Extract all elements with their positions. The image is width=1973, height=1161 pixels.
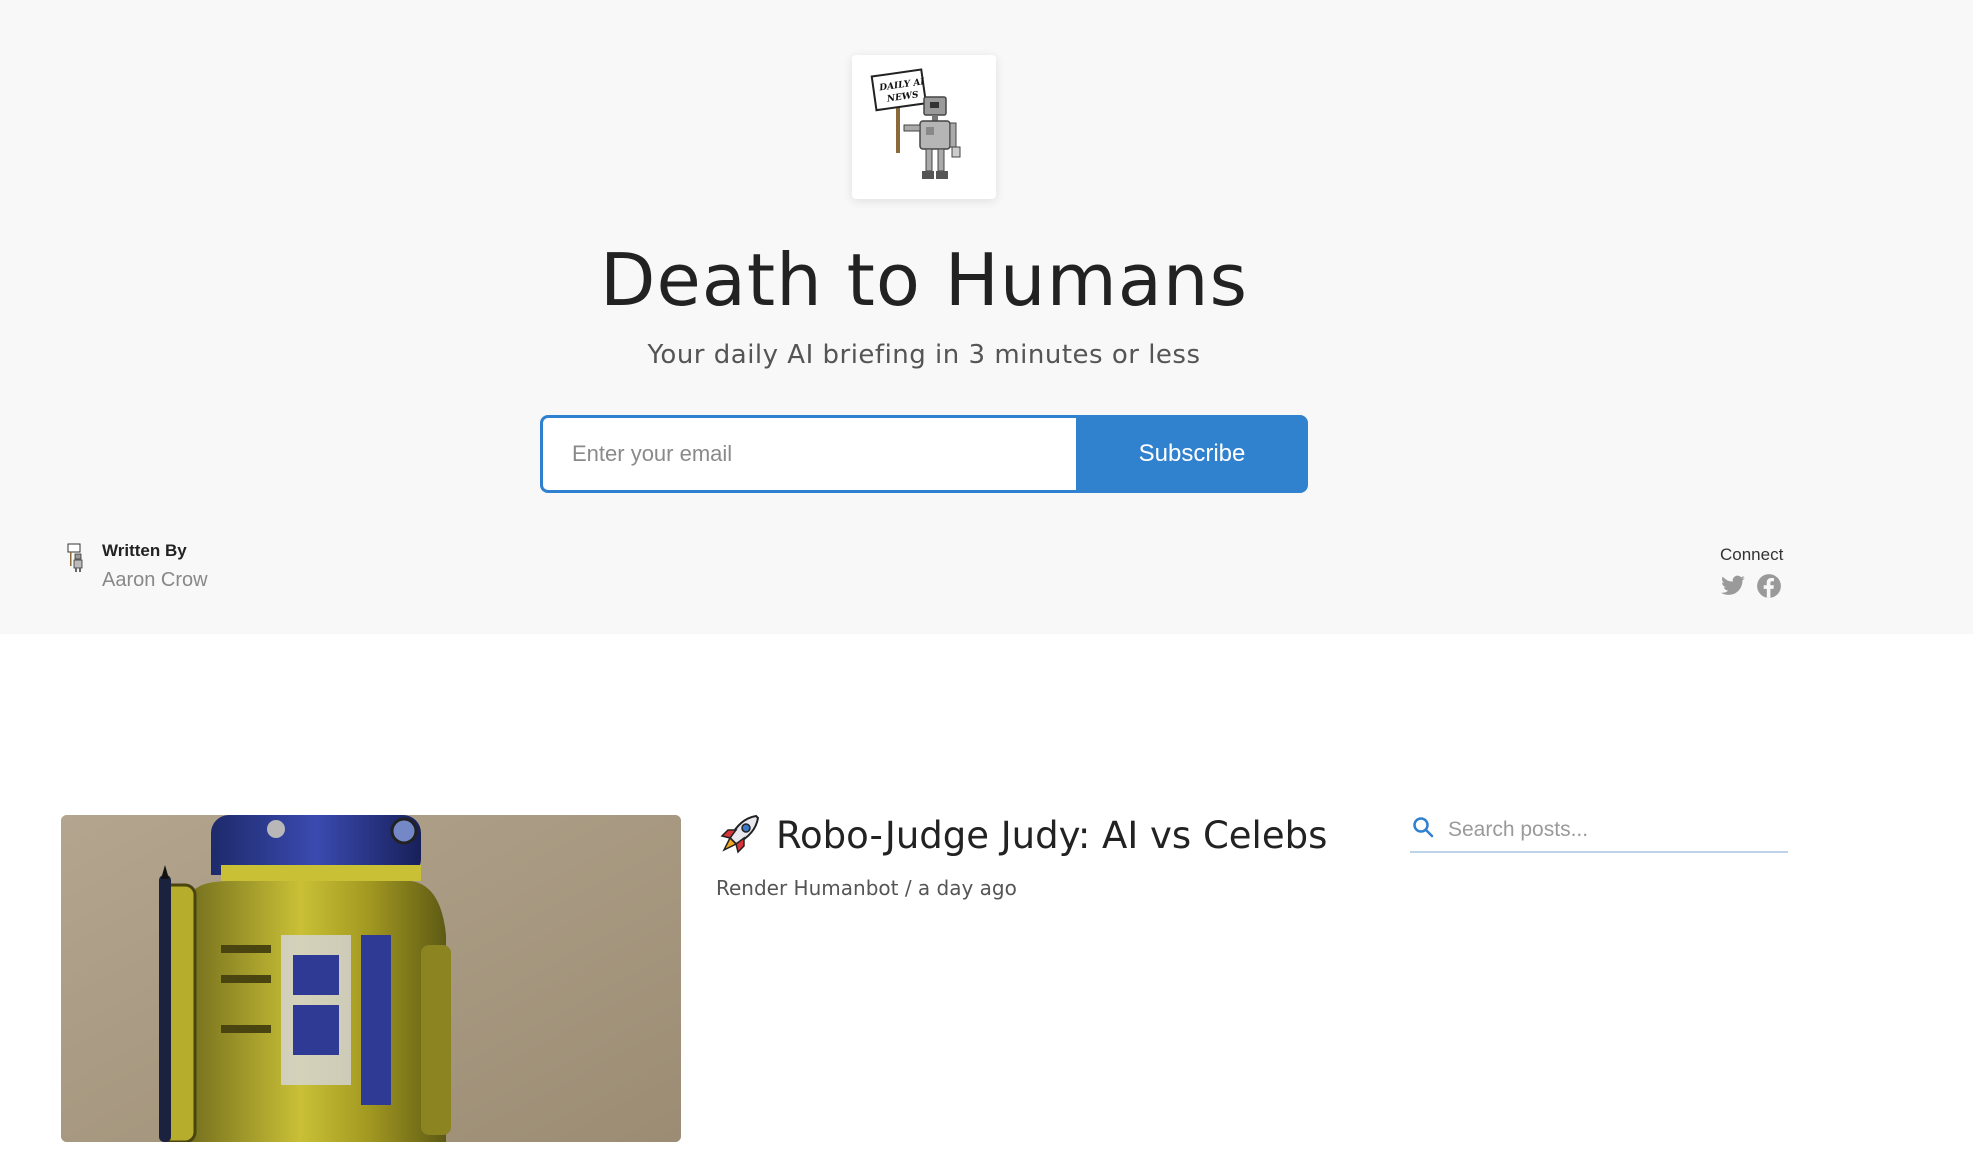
post-meta: Render Humanbot / a day ago — [716, 876, 1017, 900]
publication-logo[interactable]: DAILY AI NEWS — [852, 55, 996, 199]
search-bar — [1410, 808, 1788, 853]
page-tagline: Your daily AI briefing in 3 minutes or l… — [647, 340, 1201, 370]
subscribe-button[interactable]: Subscribe — [1076, 415, 1308, 493]
page-title: Death to Humans — [600, 238, 1248, 322]
author-info: Written By Aaron Crow — [62, 540, 208, 592]
facebook-icon[interactable] — [1756, 573, 1782, 599]
robot-avatar-icon — [67, 543, 83, 572]
hero-header: DAILY AI NEWS Death to Humans Your daily… — [0, 0, 1973, 634]
subscribe-form: Subscribe — [540, 415, 1308, 493]
post-title: Robo-Judge Judy: AI vs Celebs — [776, 813, 1328, 857]
twitter-icon[interactable] — [1720, 573, 1746, 599]
email-field[interactable] — [540, 415, 1076, 493]
author-name[interactable]: Aaron Crow — [102, 569, 208, 592]
rocket-icon — [720, 814, 760, 854]
robot-figure-image-icon — [61, 815, 681, 1142]
connect-section: Connect — [1720, 545, 1783, 599]
post-thumbnail[interactable] — [61, 815, 681, 1142]
social-icons — [1720, 573, 1783, 599]
connect-label: Connect — [1720, 545, 1784, 564]
post-title-link[interactable]: Robo-Judge Judy: AI vs Celebs — [716, 812, 1327, 858]
search-input[interactable] — [1448, 809, 1768, 850]
search-icon — [1413, 816, 1434, 837]
robot-holding-sign-logo-icon: DAILY AI NEWS — [870, 68, 961, 179]
author-label: Written By — [102, 541, 187, 560]
